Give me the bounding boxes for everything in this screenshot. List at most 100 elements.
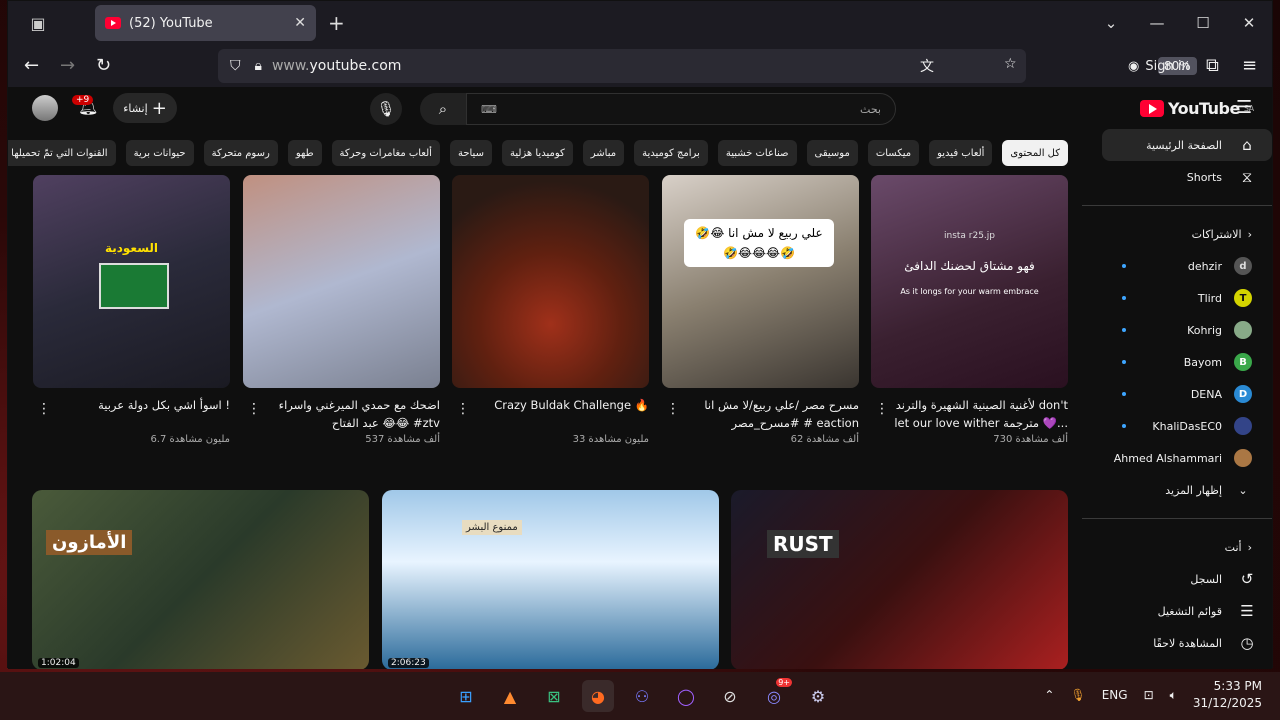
forward-button[interactable]: → <box>60 55 75 76</box>
sidebar-item-shorts[interactable]: Shorts ⧖ <box>1102 161 1272 193</box>
chip[interactable]: ألعاب فيديو <box>929 140 993 166</box>
more-options-icon[interactable]: ⋮ <box>666 401 680 417</box>
video-thumbnail[interactable]: RUST <box>731 490 1068 669</box>
browser-window: ▣ (52) YouTube ✕ + ⌄ — ☐ ✕ ← → ↻ ⛉ 🔒︎ ww… <box>7 0 1273 669</box>
tray-chevron-up-icon[interactable]: ⌃ <box>1044 688 1054 702</box>
chip[interactable]: برامج كوميدية <box>634 140 708 166</box>
sidebar-item-playlists[interactable]: قوائم التشغيل ☰ <box>1102 595 1272 627</box>
subscription-item[interactable]: DENA D <box>1082 378 1272 410</box>
short-card[interactable]: insta r25.jp فهو مشتاق لحضنك الدافئ As i… <box>871 175 1068 445</box>
short-card[interactable]: السعودية اسوأ اشي بكل دولة عربية ! 6.7 م… <box>33 175 230 445</box>
firefox-view-icon[interactable]: ▣ <box>8 14 68 33</box>
steam-icon[interactable]: ⚙ <box>802 680 834 712</box>
short-card[interactable]: اضحك مع حمدي الميرغني واسراء عبد الفتاح … <box>243 175 440 445</box>
chip[interactable]: مباشر <box>582 140 625 166</box>
chip[interactable]: سياحة <box>449 140 492 166</box>
chip[interactable]: طهو <box>287 140 322 166</box>
url-bar[interactable]: ⛉ 🔒︎ www. youtube.com 文 80% ☆ <box>218 49 1197 83</box>
clock[interactable]: 5:33 PM 31/12/2025 <box>1193 678 1262 712</box>
short-title[interactable]: Crazy Buldak Challenge 🔥 <box>452 396 649 432</box>
sidebar-item-history[interactable]: السجل ↺ <box>1102 563 1272 595</box>
short-title[interactable]: مسرح مصر /علي ربيع/لا مش انا #مسرح_مصر #… <box>662 396 859 432</box>
close-tab-icon[interactable]: ✕ <box>294 15 306 31</box>
chip[interactable]: كوميديا هزلية <box>501 140 573 166</box>
chip[interactable]: القنوات التي تمّ تحميلها مؤخرًا <box>8 140 116 166</box>
short-card[interactable]: 🤣😂 علي ربيع لا مش انا 🤣😂😂😂🤣 مسرح مصر /عل… <box>662 175 859 445</box>
url-domain: youtube.com <box>309 58 402 74</box>
subscription-item[interactable]: dehzir d <box>1082 250 1272 282</box>
search-input[interactable]: ⌨ بحث <box>466 93 896 125</box>
short-card[interactable]: Crazy Buldak Challenge 🔥 33 مليون مشاهدة… <box>452 175 649 445</box>
windows-start-icon[interactable]: ⊞ <box>450 680 482 712</box>
language-indicator[interactable]: ENG <box>1102 688 1128 702</box>
extensions-icon[interactable]: ⧉ <box>1206 55 1219 76</box>
back-button[interactable]: ← <box>24 55 39 76</box>
translate-icon[interactable]: 文 <box>920 56 934 76</box>
chip[interactable]: موسيقى <box>806 140 858 166</box>
discord-icon[interactable]: ◎ 9+ <box>758 678 792 712</box>
guide-menu-icon[interactable]: ☰ <box>1236 97 1252 118</box>
new-tab-button[interactable]: + <box>328 11 345 35</box>
short-title[interactable]: لأغنية الصينية الشهيرة والترند don't let… <box>871 396 1068 432</box>
search-button[interactable]: ⌕ <box>420 93 466 125</box>
channel-name: KhaliDasEC0 <box>1152 419 1222 433</box>
reload-button[interactable]: ↻ <box>96 55 111 76</box>
video-thumbnail[interactable]: الأمازون 1:02:04 <box>32 490 369 669</box>
tab-youtube[interactable]: (52) YouTube ✕ <box>95 5 316 41</box>
list-tabs-icon[interactable]: ⌄ <box>1088 14 1134 32</box>
more-options-icon[interactable]: ⋮ <box>247 401 261 417</box>
terminal-icon[interactable]: ⊠ <box>538 680 570 712</box>
close-window-button[interactable]: ✕ <box>1226 14 1272 32</box>
short-thumbnail[interactable]: 🤣😂 علي ربيع لا مش انا 🤣😂😂😂🤣 <box>662 175 859 388</box>
short-thumbnail[interactable] <box>452 175 649 388</box>
app-launcher-icon[interactable]: ▲ <box>494 680 526 712</box>
shield-icon[interactable]: ⛉ <box>230 58 241 74</box>
menu-icon[interactable]: ≡ <box>1242 55 1257 76</box>
subscription-item[interactable]: Kohrig <box>1082 314 1272 346</box>
avatar[interactable] <box>32 95 58 121</box>
maximize-button[interactable]: ☐ <box>1180 14 1226 32</box>
chip[interactable]: صناعات خشبية <box>717 140 797 166</box>
lock-icon[interactable]: 🔒︎ <box>255 58 262 74</box>
more-options-icon[interactable]: ⋮ <box>875 401 889 417</box>
chip[interactable]: ألعاب مغامرات وحركة <box>331 140 440 166</box>
history-icon: ↺ <box>1240 570 1254 588</box>
firefox-icon[interactable]: ◕ <box>582 680 614 712</box>
short-thumbnail[interactable]: السعودية <box>33 175 230 388</box>
channel-name: Ahmed Alshammari <box>1113 451 1222 465</box>
sign-in-button[interactable]: ◉ Sign in <box>1118 50 1200 82</box>
url-prefix: www. <box>271 58 310 74</box>
app-record-icon[interactable]: ⊘ <box>714 680 746 712</box>
subscription-item[interactable]: KhaliDasEC0 <box>1082 410 1272 442</box>
more-options-icon[interactable]: ⋮ <box>456 401 470 417</box>
subscription-item[interactable]: Bayom B <box>1082 346 1272 378</box>
chip[interactable]: كل المحتوى <box>1002 140 1068 166</box>
keyboard-icon[interactable]: ⌨ <box>481 103 497 116</box>
create-button[interactable]: إنشاء + <box>113 93 177 123</box>
short-title[interactable]: اضحك مع حمدي الميرغني واسراء عبد الفتاح … <box>243 396 440 432</box>
sidebar-item-home[interactable]: الصفحة الرئيسية ⌂ <box>1102 129 1272 161</box>
mic-icon[interactable]: 🎙︎ <box>370 93 402 125</box>
short-thumbnail[interactable]: insta r25.jp فهو مشتاق لحضنك الدافئ As i… <box>871 175 1068 388</box>
chip[interactable]: حيوانات برية <box>125 140 194 166</box>
video-thumbnail[interactable]: ممنوع البشر 2:06:23 <box>382 490 719 669</box>
teams-icon[interactable]: ⚇ <box>626 680 658 712</box>
minimize-button[interactable]: — <box>1134 14 1180 32</box>
chip[interactable]: رسوم متحركة <box>203 140 278 166</box>
short-title[interactable]: اسوأ اشي بكل دولة عربية ! <box>33 396 230 432</box>
subscription-item[interactable]: Ahmed Alshammari <box>1082 442 1272 474</box>
network-icon[interactable]: ⊡ <box>1144 688 1154 702</box>
show-more-button[interactable]: إظهار المزيد ⌄ <box>1082 474 1272 506</box>
short-thumbnail[interactable] <box>243 175 440 388</box>
volume-icon[interactable]: 🔈︎ <box>1170 688 1177 703</box>
sidebar-item-watch-later[interactable]: المشاهدة لاحقًا ◷ <box>1102 627 1272 659</box>
app-circle-icon[interactable]: ◯ <box>670 680 702 712</box>
bookmark-star-icon[interactable]: ☆ <box>1004 56 1017 72</box>
mic-icon[interactable]: 🎙︎ <box>1070 688 1085 702</box>
chip[interactable]: ميكسات <box>867 140 920 166</box>
channel-name: Bayom <box>1183 355 1222 369</box>
more-options-icon[interactable]: ⋮ <box>37 401 51 417</box>
subscriptions-header[interactable]: الاشتراكات › <box>1082 218 1272 250</box>
subscription-item[interactable]: Tlird T <box>1082 282 1272 314</box>
you-header[interactable]: أنت › <box>1082 531 1272 563</box>
